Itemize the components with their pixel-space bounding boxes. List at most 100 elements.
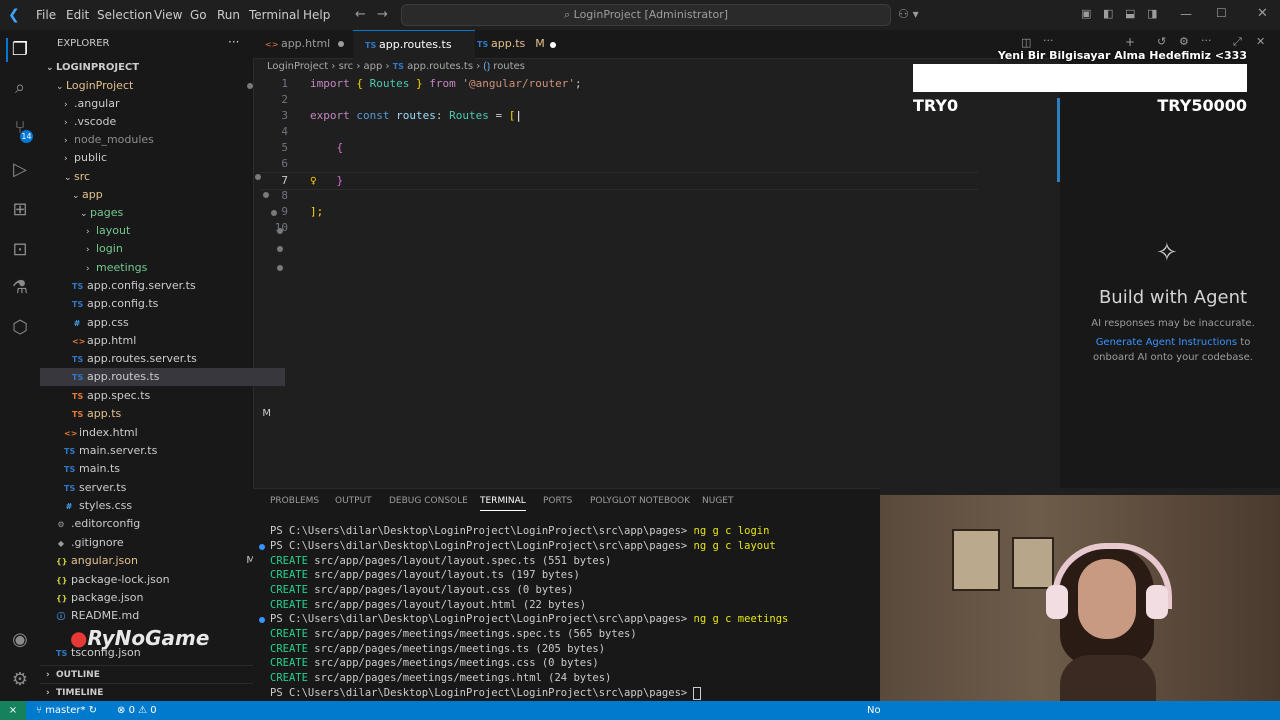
tree-file-package-lock-json[interactable]: {} package-lock.json	[40, 571, 269, 589]
close-panel-icon[interactable]: ✕	[1256, 35, 1265, 48]
toggle-secondary-sidebar-icon[interactable]: ◨	[1147, 7, 1157, 20]
chat-instructions-line2: onboard AI onto your codebase.	[1093, 352, 1253, 363]
forward-arrow-icon[interactable]: →	[377, 7, 388, 22]
chevron-right-icon: ›	[46, 688, 50, 698]
split-editor-icon[interactable]: ◫	[1021, 36, 1031, 49]
back-arrow-icon[interactable]: ←	[355, 7, 366, 22]
toggle-panel-icon[interactable]: ⬓	[1125, 7, 1135, 20]
tree-folder-angular[interactable]: › .angular	[40, 95, 277, 113]
generate-instructions-link[interactable]: Generate Agent Instructions	[1096, 337, 1237, 348]
tree-folder-app[interactable]: ⌄ app	[40, 186, 285, 204]
tree-file-styles[interactable]: # styles.css	[40, 497, 277, 515]
tree-file-app-routes[interactable]: TS app.routes.ts	[40, 368, 285, 386]
outline-section[interactable]: › OUTLINE	[40, 665, 259, 684]
extensions-icon[interactable]: ⊞	[8, 198, 32, 222]
timeline-section[interactable]: › TIMELINE	[40, 683, 259, 702]
explorer-icon[interactable]: ❐	[6, 38, 32, 62]
remote-explorer-icon[interactable]: ⊡	[8, 238, 32, 262]
command-decoration-icon	[259, 617, 265, 623]
menu-file[interactable]: File	[36, 0, 56, 30]
breadcrumb-item[interactable]: LoginProject	[267, 61, 328, 72]
account-icon[interactable]: ◉	[8, 628, 32, 652]
tab-app-html[interactable]: <> app.html	[253, 30, 365, 58]
tree-file-index-html[interactable]: <> index.html	[40, 424, 277, 442]
status-item-right[interactable]: No	[867, 701, 880, 720]
remote-indicator-icon[interactable]: ⨯	[0, 701, 26, 720]
lightbulb-icon[interactable]: ♀	[310, 174, 317, 187]
tree-folder-pages[interactable]: ⌄ pages	[40, 204, 293, 222]
tree-file-package-json[interactable]: {} package.json	[40, 589, 269, 607]
panel-tab-output[interactable]: OUTPUT	[335, 496, 372, 510]
menu-run[interactable]: Run	[217, 0, 240, 30]
tree-folder-node-modules[interactable]: › node_modules	[40, 131, 277, 149]
tree-file-app-ts[interactable]: TS app.ts M	[40, 405, 285, 423]
close-window-icon[interactable]: ✕	[1257, 6, 1268, 21]
layout-icon[interactable]: ▣	[1081, 7, 1091, 20]
tree-file-app-config-server[interactable]: TS app.config.server.ts	[40, 277, 285, 295]
error-icon: ⊗	[117, 705, 129, 716]
panel-tab-polyglot-notebook[interactable]: POLYGLOT NOTEBOOK	[590, 496, 690, 510]
tree-file-server[interactable]: TS server.ts	[40, 479, 277, 497]
panel-tab-terminal[interactable]: TERMINAL	[480, 496, 526, 511]
command-center-search[interactable]: ⌕ LoginProject [Administrator]	[401, 4, 891, 26]
branch-indicator[interactable]: ⑂ master* ↻	[36, 701, 97, 720]
tree-file-editorconfig[interactable]: ⚙ .editorconfig	[40, 515, 269, 533]
run-debug-icon[interactable]: ▷	[8, 158, 32, 182]
panel-tab-debug-console[interactable]: DEBUG CONSOLE	[389, 496, 468, 510]
more-actions-icon[interactable]: ···	[228, 35, 239, 49]
breadcrumb-item[interactable]: src	[339, 61, 354, 72]
tree-file-gitignore[interactable]: ◆ .gitignore	[40, 534, 269, 552]
toggle-sidebar-icon[interactable]: ◧	[1103, 7, 1113, 20]
menu-edit[interactable]: Edit	[66, 0, 89, 30]
testing-icon[interactable]: ⚗	[8, 276, 32, 300]
tree-file-app-css[interactable]: # app.css	[40, 314, 285, 332]
tree-folder-meetings[interactable]: › meetings	[40, 259, 299, 277]
problems-indicator[interactable]: ⊗ 0 ⚠ 0	[117, 701, 157, 720]
panel-tab-problems[interactable]: PROBLEMS	[270, 496, 319, 510]
tree-file-app-spec[interactable]: TS app.spec.ts	[40, 387, 285, 405]
sync-icon: ↻	[88, 705, 98, 716]
tree-folder-loginproject[interactable]: ⌄ LoginProject	[40, 77, 269, 95]
terminal-cursor	[693, 686, 702, 700]
search-icon[interactable]: ⌕	[8, 76, 32, 100]
tab-app-routes-ts[interactable]: TS app.routes.ts	[353, 30, 556, 59]
more-actions-icon[interactable]: ···	[1043, 34, 1054, 47]
tree-file-app-routes-server[interactable]: TS app.routes.server.ts	[40, 350, 285, 368]
maximize-icon[interactable]: ☐	[1216, 6, 1227, 20]
tree-folder-public[interactable]: › public	[40, 149, 277, 167]
menu-selection[interactable]: Selection	[97, 0, 152, 30]
more-actions-icon[interactable]: ···	[1201, 34, 1212, 47]
tree-file-readme[interactable]: ⓘ README.md	[40, 607, 269, 625]
history-icon[interactable]: ↺	[1157, 35, 1166, 48]
new-chat-icon[interactable]: +	[1125, 35, 1135, 49]
typescript-file-icon: TS	[392, 62, 404, 71]
tree-folder-login[interactable]: › login	[40, 240, 299, 258]
code-line: 4	[281, 125, 288, 138]
chat-settings-gear-icon[interactable]: ⚙	[1179, 35, 1189, 48]
tree-folder-vscode[interactable]: › .vscode	[40, 113, 277, 131]
breadcrumb-item[interactable]: app.routes.ts	[407, 61, 473, 72]
tree-file-app-config[interactable]: TS app.config.ts	[40, 295, 285, 313]
tree-file-main-server[interactable]: TS main.server.ts	[40, 442, 277, 460]
maximize-panel-icon[interactable]: ⤢	[1233, 35, 1242, 49]
menu-terminal[interactable]: Terminal	[249, 0, 300, 30]
panel-tab-nuget[interactable]: NUGET	[702, 496, 733, 510]
tab-app-ts[interactable]: TS app.ts M	[465, 30, 567, 58]
tree-file-app-html[interactable]: <> app.html	[40, 332, 285, 350]
typescript-file-icon: TS	[72, 373, 84, 382]
stream-watermark-logo: ●RyNoGame	[70, 626, 210, 650]
database-icon[interactable]: ⬡	[8, 316, 32, 340]
copilot-icon[interactable]: ⚇ ▾	[898, 7, 919, 21]
menu-go[interactable]: Go	[190, 0, 207, 30]
tree-file-main[interactable]: TS main.ts	[40, 460, 277, 478]
tree-file-angular-json[interactable]: {} angular.json M	[40, 552, 269, 570]
tree-folder-src[interactable]: ⌄ src	[40, 168, 277, 186]
panel-tab-ports[interactable]: PORTS	[543, 496, 572, 510]
breadcrumb-item[interactable]: routes	[493, 61, 525, 72]
settings-gear-icon[interactable]: ⚙	[8, 668, 32, 692]
workspace-root[interactable]: ⌄ LOGINPROJECT	[40, 59, 259, 77]
menu-help[interactable]: Help	[303, 0, 330, 30]
breadcrumb-item[interactable]: app	[364, 61, 383, 72]
minimize-icon[interactable]: —	[1180, 7, 1192, 21]
menu-view[interactable]: View	[154, 0, 182, 30]
